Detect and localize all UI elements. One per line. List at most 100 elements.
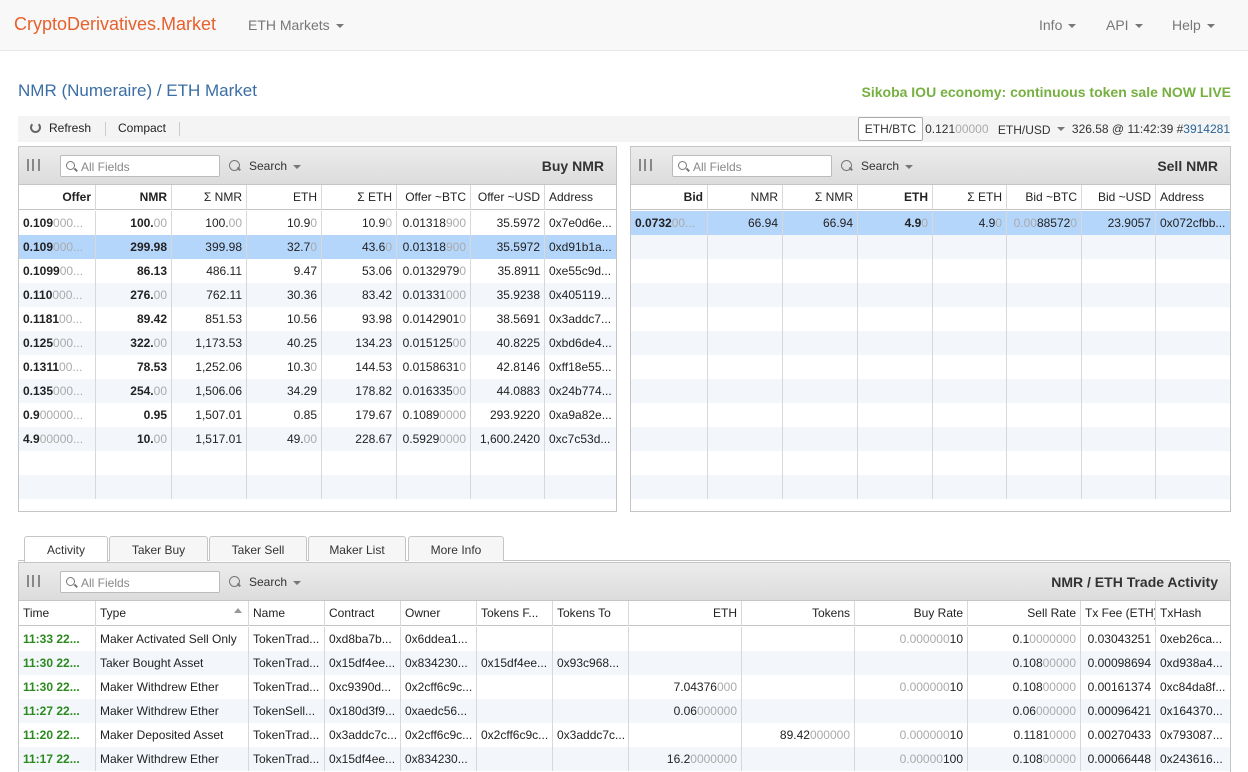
address-link[interactable]: 0xff18e55... [545, 355, 616, 379]
contract-link[interactable]: 0x3addc7c... [325, 723, 401, 747]
txhash-link[interactable]: 0x243616... [1156, 747, 1230, 771]
search-input[interactable]: All Fields [672, 155, 832, 177]
col-buy-rate[interactable]: Buy Rate [855, 601, 968, 626]
table-row[interactable]: 0.131100... 78.53 1,252.06 10.30 144.53 0.015… [19, 355, 616, 379]
col-contract[interactable]: Contract [325, 601, 401, 626]
columns-icon[interactable] [639, 159, 652, 171]
col-time[interactable]: Time [19, 601, 96, 626]
promo-link[interactable]: Sikoba IOU economy: continuous token sal… [862, 84, 1232, 100]
contract-link[interactable]: 0xd8ba7b... [325, 627, 401, 651]
col-eth[interactable]: ETH [858, 185, 933, 210]
col-tokens-to[interactable]: Tokens To [553, 601, 629, 626]
table-row[interactable]: 11:30 22... Taker Bought Asset TokenTrad..… [19, 651, 1230, 675]
col-eth[interactable]: ETH [629, 601, 742, 626]
txhash-link[interactable]: 0xc84da8f... [1156, 675, 1230, 699]
table-row[interactable]: 0.109000... 100.00 100.00 10.90 10.90 0.01318… [19, 211, 616, 235]
col-address[interactable]: Address [1156, 185, 1230, 210]
col-tokens-from[interactable]: Tokens F... [477, 601, 553, 626]
tab-activity[interactable]: Activity [24, 536, 108, 562]
col-tokens[interactable]: Tokens [742, 601, 855, 626]
columns-icon[interactable] [27, 575, 40, 587]
address-link[interactable]: 0x072cfbb... [1156, 211, 1230, 235]
table-row[interactable]: 0.109900... 86.13 486.11 9.47 53.06 0.0132979… [19, 259, 616, 283]
contract-link[interactable]: 0x15df4ee... [325, 747, 401, 771]
compact-button[interactable]: Compact [118, 121, 166, 135]
owner-link[interactable]: 0x2cff6c9c... [401, 675, 477, 699]
table-row[interactable] [631, 355, 1230, 379]
table-row[interactable] [631, 259, 1230, 283]
contract-link[interactable]: 0xc9390d... [325, 675, 401, 699]
table-row[interactable]: 11:33 22... Maker Activated Sell Only Toke… [19, 627, 1230, 651]
table-row[interactable]: 0.110000... 276.00 762.11 30.36 83.42 0.01331… [19, 283, 616, 307]
col-type[interactable]: Type [96, 601, 249, 626]
owner-link[interactable]: 0x834230... [401, 651, 477, 675]
col-bid-btc[interactable]: Bid ~BTC [1007, 185, 1082, 210]
col-owner[interactable]: Owner [401, 601, 477, 626]
txhash-link[interactable]: 0xd938a4... [1156, 651, 1230, 675]
tab-taker-sell[interactable]: Taker Sell [209, 536, 307, 561]
table-row[interactable]: 11:27 22... Maker Withdrew Ether TokenSell… [19, 699, 1230, 723]
search-button[interactable]: Search [229, 575, 302, 589]
address-link[interactable]: 0x405119... [545, 283, 616, 307]
table-row[interactable] [631, 427, 1230, 451]
col-sell-rate[interactable]: Sell Rate [968, 601, 1081, 626]
col-sum-nmr[interactable]: Σ NMR [783, 185, 858, 210]
table-row[interactable]: 0.073200... 66.94 66.94 4.90 4.90 0.00885720 2… [631, 211, 1230, 235]
col-sum-nmr[interactable]: Σ NMR [172, 185, 247, 210]
block-link[interactable]: 3914281 [1183, 122, 1230, 136]
address-link[interactable]: 0xd91b1a... [545, 235, 616, 259]
col-offer-usd[interactable]: Offer ~USD [471, 185, 545, 210]
table-row[interactable]: 0.125000... 322.00 1,173.53 40.25 134.23 0.01… [19, 331, 616, 355]
address-link[interactable]: 0x3addc7... [545, 307, 616, 331]
tokens-from-link[interactable]: 0x2cff6c9c... [477, 723, 553, 747]
tokens-to-link[interactable]: 0x93c968... [553, 651, 629, 675]
table-row[interactable]: 0.900000... 0.95 1,507.01 0.85 179.67 0.10890… [19, 403, 616, 427]
tokens-to-link[interactable]: 0x3addc7c... [553, 723, 629, 747]
tab-maker-list[interactable]: Maker List [308, 536, 406, 561]
nav-help[interactable]: Help [1172, 17, 1215, 33]
col-tx-fee[interactable]: Tx Fee (ETH) [1081, 601, 1156, 626]
table-row[interactable]: 4.900000... 10.00 1,517.01 49.00 228.67 0.592… [19, 427, 616, 451]
address-link[interactable]: 0xe55c9d... [545, 259, 616, 283]
tab-taker-buy[interactable]: Taker Buy [109, 536, 208, 561]
txhash-link[interactable]: 0x793087... [1156, 723, 1230, 747]
contract-link[interactable]: 0x15df4ee... [325, 651, 401, 675]
col-eth[interactable]: ETH [247, 185, 322, 210]
table-row[interactable]: 0.118100... 89.42 851.53 10.56 93.98 0.014290… [19, 307, 616, 331]
table-row[interactable] [631, 475, 1230, 499]
nav-eth-markets[interactable]: ETH Markets [248, 17, 344, 33]
col-sum-eth[interactable]: Σ ETH [933, 185, 1007, 210]
address-link[interactable]: 0xa9a82e... [545, 403, 616, 427]
col-nmr[interactable]: NMR [708, 185, 783, 210]
table-row[interactable] [631, 403, 1230, 427]
address-link[interactable]: 0x7e0d6e... [545, 211, 616, 235]
table-row[interactable]: 11:30 22... Maker Withdrew Ether TokenTrad… [19, 675, 1230, 699]
table-row[interactable]: 0.135000... 254.00 1,506.06 34.29 178.82 0.01… [19, 379, 616, 403]
table-row[interactable]: 11:17 22... Maker Withdrew Ether TokenTrad… [19, 747, 1230, 771]
txhash-link[interactable]: 0x164370... [1156, 699, 1230, 723]
address-link[interactable]: 0xc7c53d... [545, 427, 616, 451]
col-offer[interactable]: Offer [19, 185, 96, 210]
table-row[interactable] [631, 379, 1230, 403]
tokens-from-link[interactable]: 0x15df4ee... [477, 651, 553, 675]
col-txhash[interactable]: TxHash [1156, 601, 1230, 626]
owner-link[interactable]: 0x6ddea1... [401, 627, 477, 651]
address-link[interactable]: 0xbd6de4... [545, 331, 616, 355]
contract-link[interactable]: 0x180d3f9... [325, 699, 401, 723]
search-input[interactable]: All Fields [60, 155, 220, 177]
pair-select[interactable]: ETH/BTC [857, 117, 924, 141]
brand-logo[interactable]: CryptoDerivatives.Market [14, 14, 216, 35]
table-row[interactable]: 0.109000... 299.98 399.98 32.70 43.60 0.01318… [19, 235, 616, 259]
nav-api[interactable]: API [1106, 17, 1143, 33]
table-row[interactable] [631, 451, 1230, 475]
tab-more-info[interactable]: More Info [408, 536, 504, 561]
address-link[interactable]: 0x24b774... [545, 379, 616, 403]
table-row[interactable] [631, 331, 1230, 355]
usd-select[interactable]: ETH/USD [998, 122, 1065, 136]
table-row[interactable] [19, 451, 616, 475]
col-nmr[interactable]: NMR [96, 185, 172, 210]
table-row[interactable] [19, 475, 616, 499]
nav-info[interactable]: Info [1039, 17, 1077, 33]
search-button[interactable]: Search [229, 159, 302, 173]
refresh-button[interactable]: Refresh [30, 121, 91, 135]
